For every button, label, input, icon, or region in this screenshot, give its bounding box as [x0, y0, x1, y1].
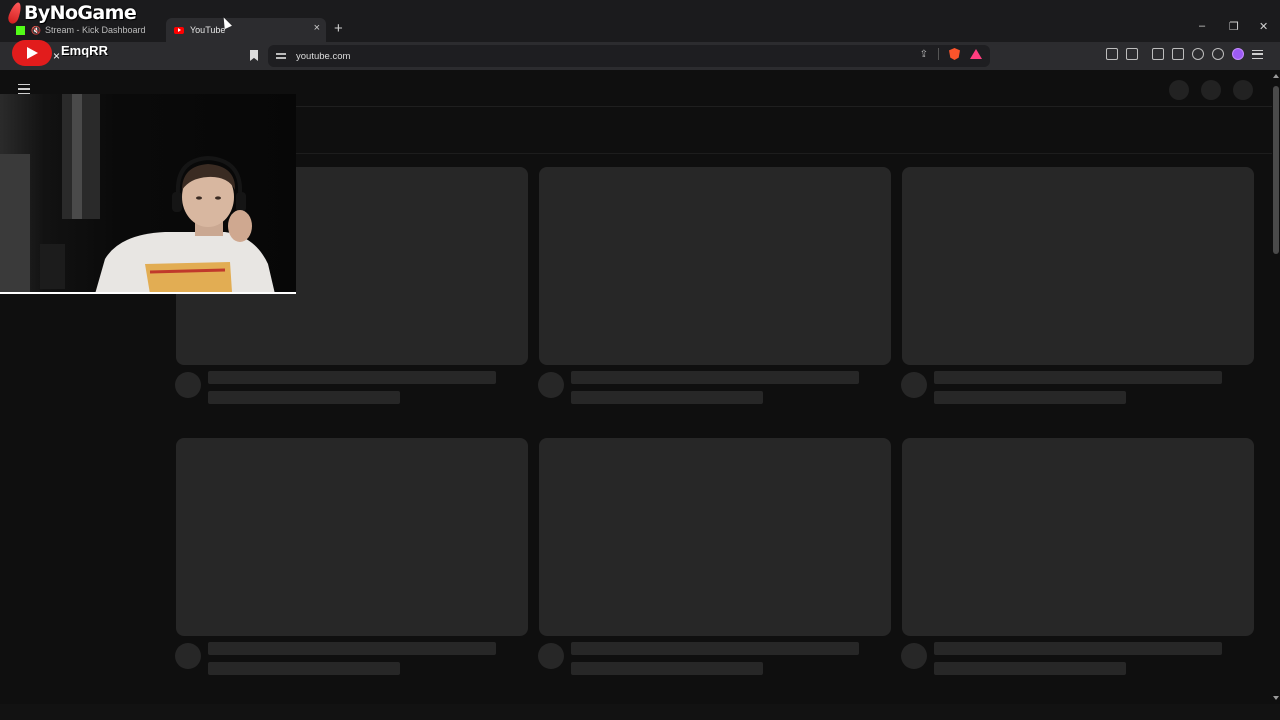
close-icon: × [53, 49, 61, 63]
meta-skeleton [934, 662, 1126, 675]
masthead-placeholder [1169, 80, 1189, 100]
video-thumbnail-skeleton [539, 167, 891, 365]
stream-channel-badge: × EmqRR [12, 40, 108, 66]
sidebar-icon[interactable] [1152, 48, 1164, 60]
title-skeleton [934, 642, 1222, 655]
toolbar-icons [1106, 48, 1263, 60]
video-thumbnail-skeleton [176, 438, 528, 636]
share-icon[interactable]: ⇪ [920, 49, 928, 60]
address-bar-actions: ⇪ [920, 48, 982, 60]
minimize-button[interactable]: – [1199, 20, 1205, 32]
channel-avatar-skeleton [901, 643, 927, 669]
scroll-up-arrow-icon[interactable] [1273, 74, 1279, 78]
masthead-placeholder [1233, 80, 1253, 100]
close-window-button[interactable]: ✕ [1259, 20, 1268, 33]
scroll-down-arrow-icon[interactable] [1273, 696, 1279, 700]
meta-skeleton [208, 662, 400, 675]
channel-avatar-skeleton [901, 372, 927, 398]
new-tab-button[interactable]: + [334, 20, 343, 37]
title-skeleton [934, 371, 1222, 384]
bottom-strip [0, 704, 1280, 720]
webcam-image [0, 94, 296, 294]
title-skeleton [571, 371, 859, 384]
hamburger-icon[interactable] [18, 84, 30, 94]
divider [938, 48, 939, 60]
title-skeleton [208, 371, 496, 384]
close-tab-icon[interactable]: × [314, 22, 320, 34]
meta-skeleton [571, 391, 763, 404]
channel-avatar-skeleton [538, 372, 564, 398]
video-thumbnail-skeleton [902, 438, 1254, 636]
tab-title: Stream - Kick Dashboard [44, 25, 146, 35]
url-text[interactable]: youtube.com [296, 51, 350, 62]
wallet-icon[interactable] [1172, 48, 1184, 60]
menu-icon[interactable] [1252, 49, 1263, 59]
meta-skeleton [571, 662, 763, 675]
kick-favicon-icon [16, 25, 25, 35]
title-skeleton [208, 642, 496, 655]
title-skeleton [571, 642, 859, 655]
meta-skeleton [208, 391, 400, 404]
brave-shields-icon[interactable] [949, 48, 960, 60]
youtube-logo-icon [12, 40, 52, 66]
bookmark-icon[interactable] [250, 50, 258, 61]
tab-search-icon[interactable] [1126, 48, 1138, 60]
meta-skeleton [934, 391, 1126, 404]
page-scrollbar[interactable] [1272, 70, 1280, 704]
video-thumbnail-skeleton [902, 167, 1254, 365]
youtube-favicon-icon [174, 26, 184, 34]
logo-text: ByNoGame [24, 2, 137, 24]
vpn-icon[interactable] [1212, 48, 1224, 60]
profile-icon[interactable] [1232, 48, 1244, 60]
channel-avatar-skeleton [538, 643, 564, 669]
tab-youtube[interactable]: YouTube × [166, 18, 326, 42]
channel-avatar-skeleton [175, 372, 201, 398]
audio-muted-icon[interactable]: 🔇 [31, 26, 41, 35]
masthead-placeholder [1201, 80, 1221, 100]
extensions-icon[interactable] [1106, 48, 1118, 60]
browser-toolbar: youtube.com ⇪ [0, 42, 1280, 70]
site-info-icon[interactable] [276, 51, 286, 61]
leo-icon[interactable] [1192, 48, 1204, 60]
brave-rewards-icon[interactable] [970, 49, 982, 59]
browser-tab-bar: 🔇 Stream - Kick Dashboard YouTube × + – … [0, 0, 1280, 44]
tab-title: YouTube [190, 25, 226, 35]
stream-logo: ByNoGame [6, 0, 137, 26]
scrollbar-thumb[interactable] [1273, 86, 1279, 254]
webcam-overlay [0, 94, 296, 294]
address-bar[interactable]: youtube.com ⇪ [268, 45, 990, 67]
feather-logo-icon [6, 0, 24, 26]
channel-name: EmqRR [61, 42, 108, 58]
video-thumbnail-skeleton [539, 438, 891, 636]
channel-avatar-skeleton [175, 643, 201, 669]
restore-button[interactable]: ❐ [1229, 20, 1239, 33]
